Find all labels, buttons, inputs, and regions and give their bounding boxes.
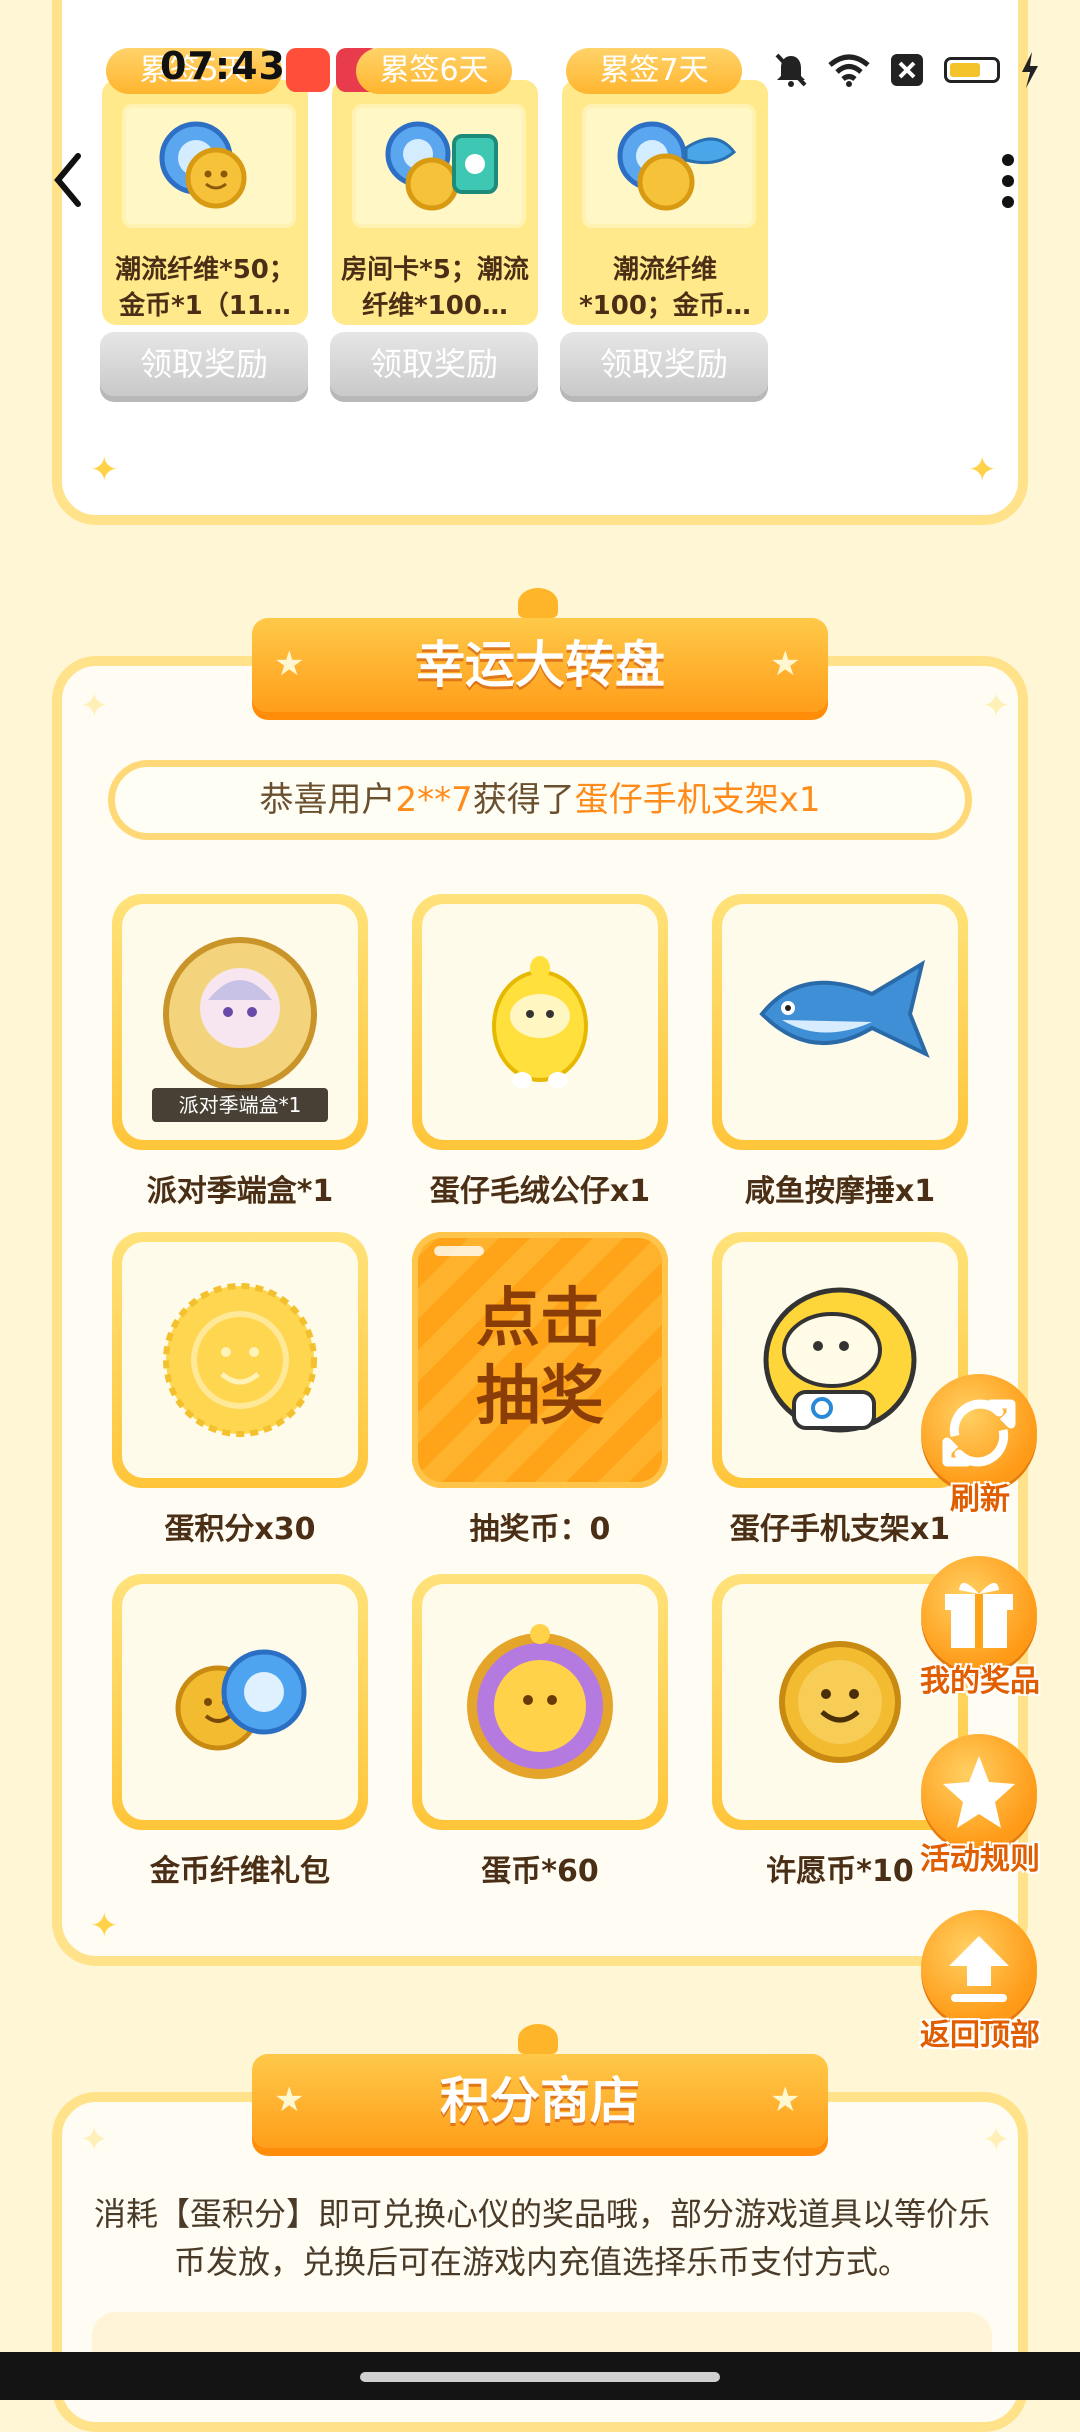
my-prizes-button[interactable]: 我的奖品 [905,1556,1055,1706]
more-options-icon[interactable] [996,152,1020,210]
sparkle-icon: ✦ [968,450,997,490]
status-bar: 累签5天 07:43 累签6天 累签7天 [0,0,1080,110]
star-icon: ★ [770,2080,801,2120]
announce-prefix: 恭喜用户 [259,780,396,820]
salted-fish-massager-icon [759,959,930,1059]
section-header: 幸运大转盘 ★ ★ [252,618,828,718]
room-card-icon [385,121,498,211]
back-to-top-label: 返回顶部 [920,2018,1040,2053]
prize-cell [412,894,668,1150]
prize-cell: 派对季端盒*1 [112,894,368,1150]
back-icon[interactable] [48,150,88,210]
sparkle-icon: ✦ [90,1906,119,1946]
prize-cell [112,1232,368,1488]
activity-rules-label: 活动规则 [920,1842,1040,1877]
eggy-plush-icon [492,956,588,1088]
reward-text: 潮流纤维*100；金币… [579,255,751,321]
reward-tile-5: 潮流纤维*50；金币*1（11… [102,80,308,325]
mute-icon [775,53,807,87]
close-box-icon [891,54,923,86]
title-tab [518,2024,558,2054]
title-tab [518,588,558,618]
sparkle-icon: ✦ [80,2120,109,2160]
coin-fiber-pack-icon [175,1649,307,1751]
sparkle-icon: ✦ [80,686,109,726]
fiber-fish-coin-icon [617,121,737,211]
wifi-icon [828,54,870,87]
reward-image [582,104,756,228]
draw-coins-label: 抽奖币：0 [469,1512,611,1547]
refresh-button[interactable]: 刷新 [905,1374,1055,1524]
egg-points-icon [163,1283,317,1437]
app-icon-shopping [286,48,330,92]
section-header: 积分商店 ★ ★ [252,2054,828,2154]
gift-icon [945,1582,1013,1648]
sparkle-icon: ✦ [982,686,1011,726]
activity-rules-button[interactable]: 活动规则 [905,1734,1055,1884]
my-prizes-label: 我的奖品 [920,1664,1040,1699]
sparkle-icon: ✦ [90,450,119,490]
wheel-title: 幸运大转盘 [252,618,828,712]
refresh-icon [942,1399,1016,1467]
prize-label: 派对季端盒*1 [146,1174,334,1209]
winner-announcement: 恭喜用户2**7获得了蛋仔手机支架x1 [108,760,972,840]
draw-button[interactable]: 点击 抽奖 [412,1232,668,1488]
back-to-top-button[interactable]: 返回顶部 [905,1910,1055,2060]
star-icon [943,1756,1015,1828]
prize-badge: 派对季端盒*1 [152,1088,328,1122]
fiber-coin-icon [159,121,247,209]
shop-description: 消耗【蛋积分】即可兑换心仪的奖品哦，部分游戏道具以等价乐币发放，兑换后可在游戏内… [93,2195,990,2281]
prize-cell [412,1574,668,1830]
claim-reward-button[interactable]: 领取奖励 [100,332,308,396]
reward-tile-7: 潮流纤维*100；金币… [562,80,768,325]
reward-image [352,104,526,228]
announce-user: 2**7 [395,780,473,820]
refresh-label: 刷新 [950,1482,1010,1517]
prize-cell [112,1574,368,1830]
reward-text: 潮流纤维*50；金币*1（11… [115,255,295,321]
sparkle-icon: ✦ [982,2120,1011,2160]
prize-cell [712,894,968,1150]
charging-icon [1022,52,1038,88]
egg-coin-icon [467,1624,613,1779]
prize-label: 金币纤维礼包 [150,1854,330,1889]
announce-middle: 获得了 [472,780,575,820]
star-icon: ★ [274,2080,305,2120]
claim-reward-button[interactable]: 领取奖励 [330,332,538,396]
streak-pill: 累签6天 [356,48,512,94]
prize-label: 蛋积分x30 [164,1512,316,1547]
reward-tile-6: 房间卡*5；潮流纤维*100… [332,80,538,325]
star-icon: ★ [770,644,801,684]
upload-arrow-icon [949,1936,1009,2002]
star-icon: ★ [274,644,305,684]
system-icons [774,50,1040,90]
home-gesture-handle[interactable] [360,2372,720,2382]
draw-button-line2: 抽奖 [476,1360,604,1434]
announce-prize: 蛋仔手机支架x1 [574,780,821,820]
clock: 07:43 [160,44,286,88]
battery-icon [944,57,1000,83]
claim-reward-button[interactable]: 领取奖励 [560,332,768,396]
prize-label: 咸鱼按摩捶x1 [744,1174,936,1209]
reward-text: 房间卡*5；潮流纤维*100… [341,255,529,321]
reward-image [122,104,296,228]
prize-label: 蛋仔毛绒公仔x1 [429,1174,651,1209]
prize-label: 蛋币*60 [481,1854,599,1889]
shop-title: 积分商店 [252,2054,828,2148]
streak-pill: 累签7天 [566,48,742,94]
